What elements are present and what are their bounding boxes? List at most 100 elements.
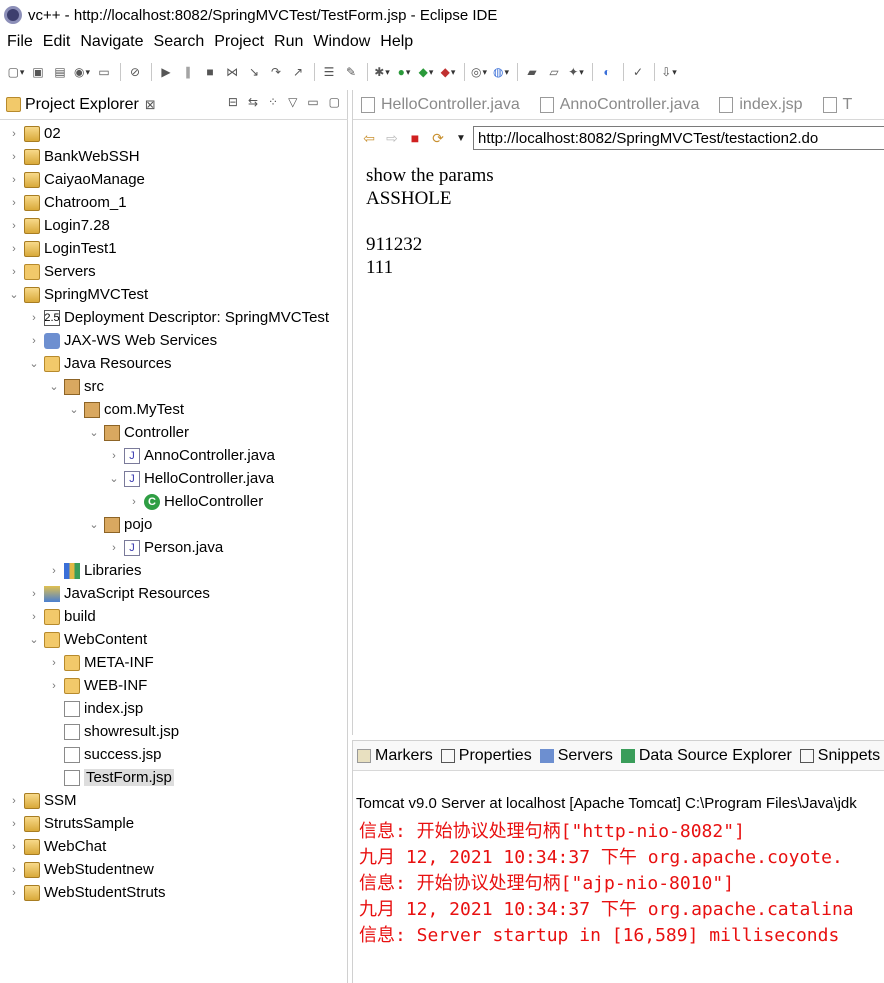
chevron-right-icon[interactable]: › xyxy=(8,243,20,255)
save-all-icon[interactable]: ▤ xyxy=(50,62,70,82)
chevron-right-icon[interactable]: › xyxy=(128,496,140,508)
open-type-icon[interactable]: ▰ xyxy=(522,62,542,82)
tree-item[interactable]: › JavaScript Resources xyxy=(0,582,348,605)
terminal-icon[interactable]: ▭ xyxy=(94,62,114,82)
forward-icon[interactable]: ⇨ xyxy=(382,128,402,148)
open-console-icon[interactable]: ☰ xyxy=(319,62,339,82)
tree-item[interactable]: › J Person.java xyxy=(0,536,348,559)
menu-run[interactable]: Run xyxy=(269,33,308,51)
chevron-right-icon[interactable]: › xyxy=(48,657,60,669)
tree-item[interactable]: ⌄ src xyxy=(0,375,348,398)
chevron-right-icon[interactable]: › xyxy=(8,266,20,278)
refresh-icon[interactable]: ⟳ xyxy=(428,128,448,148)
new-java-class-icon[interactable]: ◍ xyxy=(491,62,511,82)
new-server-icon[interactable]: ◎ xyxy=(469,62,489,82)
chevron-down-icon[interactable]: ⌄ xyxy=(28,633,40,646)
chevron-right-icon[interactable]: › xyxy=(8,174,20,186)
chevron-right-icon[interactable]: › xyxy=(8,128,20,140)
tab-index-jsp[interactable]: index.jsp xyxy=(711,90,814,119)
chevron-right-icon[interactable]: › xyxy=(8,887,20,899)
chevron-right-icon[interactable]: › xyxy=(8,841,20,853)
tab-hellocontroller[interactable]: HelloController.java xyxy=(353,90,532,119)
chevron-right-icon[interactable]: › xyxy=(48,680,60,692)
open-folder-icon[interactable]: ▱ xyxy=(544,62,564,82)
tree-item[interactable]: TestForm.jsp xyxy=(0,766,348,789)
step-over-icon[interactable]: ↷ xyxy=(266,62,286,82)
tree-item[interactable]: › BankWebSSH xyxy=(0,145,348,168)
tree-item[interactable]: ⌄ Controller xyxy=(0,421,348,444)
chevron-right-icon[interactable]: › xyxy=(28,335,40,347)
chevron-right-icon[interactable]: › xyxy=(8,220,20,232)
tab-markers[interactable]: Markers xyxy=(353,741,437,770)
menu-navigate[interactable]: Navigate xyxy=(75,33,148,51)
tree-item[interactable]: › Chatroom_1 xyxy=(0,191,348,214)
minimize-icon[interactable]: ▭ xyxy=(307,95,318,109)
profile-icon[interactable]: ◉ xyxy=(72,62,92,82)
menu-file[interactable]: File xyxy=(2,33,38,51)
chevron-down-icon[interactable]: ⌄ xyxy=(8,288,20,301)
back-icon[interactable]: ⇦ xyxy=(359,128,379,148)
tree-item[interactable]: › C HelloController xyxy=(0,490,348,513)
chevron-down-icon[interactable]: ⌄ xyxy=(88,426,100,439)
chevron-down-icon[interactable]: ⌄ xyxy=(108,472,120,485)
tab-servers[interactable]: Servers xyxy=(536,741,617,770)
tree-item[interactable]: › SSM xyxy=(0,789,348,812)
external-tools-icon[interactable]: ◆ xyxy=(438,62,458,82)
tree-item[interactable]: › J AnnoController.java xyxy=(0,444,348,467)
chevron-down-icon[interactable]: ⌄ xyxy=(48,380,60,393)
collapse-all-icon[interactable]: ⊟ xyxy=(228,95,238,109)
tab-project-explorer[interactable]: Project Explorer ⊠ xyxy=(0,90,164,120)
search-tool-icon[interactable]: ✦ xyxy=(566,62,586,82)
tab-testform[interactable]: T xyxy=(815,90,865,119)
markers-icon[interactable]: ✎ xyxy=(341,62,361,82)
tree-item[interactable]: ⌄ Java Resources xyxy=(0,352,348,375)
close-icon[interactable]: ⊠ xyxy=(145,97,156,113)
chevron-right-icon[interactable]: › xyxy=(48,565,60,577)
step-return-icon[interactable]: ↗ xyxy=(288,62,308,82)
tree-item[interactable]: › WEB-INF xyxy=(0,674,348,697)
menu-help[interactable]: Help xyxy=(375,33,418,51)
disconnect-icon[interactable]: ⋈ xyxy=(222,62,242,82)
tree-item[interactable]: ⌄ com.MyTest xyxy=(0,398,348,421)
tree-item[interactable]: ⌄ J HelloController.java xyxy=(0,467,348,490)
chevron-right-icon[interactable]: › xyxy=(108,542,120,554)
skip-breakpoints-icon[interactable]: ⊘ xyxy=(125,62,145,82)
chevron-down-icon[interactable]: ⌄ xyxy=(28,357,40,370)
filters-icon[interactable]: ⁘ xyxy=(268,95,278,109)
chevron-right-icon[interactable]: › xyxy=(8,818,20,830)
coverage-icon[interactable]: ◆ xyxy=(416,62,436,82)
chevron-right-icon[interactable]: › xyxy=(8,795,20,807)
chevron-right-icon[interactable]: › xyxy=(28,588,40,600)
tree-item[interactable]: › LoginTest1 xyxy=(0,237,348,260)
chevron-down-icon[interactable]: ⌄ xyxy=(68,403,80,416)
tree-item[interactable]: › CaiyaoManage xyxy=(0,168,348,191)
tree-item[interactable]: › JAX-WS Web Services xyxy=(0,329,348,352)
maximize-icon[interactable]: ▢ xyxy=(329,95,340,109)
tree-item[interactable]: › Login7.28 xyxy=(0,214,348,237)
tree-item[interactable]: › WebStudentnew xyxy=(0,858,348,881)
tree-item[interactable]: index.jsp xyxy=(0,697,348,720)
tree-item[interactable]: › WebStudentStruts xyxy=(0,881,348,904)
tab-properties[interactable]: Properties xyxy=(437,741,536,770)
tree-item[interactable]: showresult.jsp xyxy=(0,720,348,743)
tree-item[interactable]: › META-INF xyxy=(0,651,348,674)
debug-icon[interactable]: ✱ xyxy=(372,62,392,82)
tree-item[interactable]: › 02 xyxy=(0,122,348,145)
tree-item[interactable]: ⌄ WebContent xyxy=(0,628,348,651)
stop-icon[interactable]: ■ xyxy=(405,128,425,148)
chevron-right-icon[interactable]: › xyxy=(8,864,20,876)
menu-window[interactable]: Window xyxy=(308,33,375,51)
chevron-right-icon[interactable]: › xyxy=(8,151,20,163)
suspend-icon[interactable]: ∥ xyxy=(178,62,198,82)
tree-item[interactable]: › Servers xyxy=(0,260,348,283)
chevron-down-icon[interactable]: ▼ xyxy=(451,128,471,148)
menu-project[interactable]: Project xyxy=(209,33,269,51)
annotation-icon[interactable]: ✓ xyxy=(628,62,648,82)
step-into-icon[interactable]: ↘ xyxy=(244,62,264,82)
link-with-editor-icon[interactable]: ⇆ xyxy=(248,95,258,109)
tree-item[interactable]: ⌄ SpringMVCTest xyxy=(0,283,348,306)
tree-item[interactable]: success.jsp xyxy=(0,743,348,766)
menu-search[interactable]: Search xyxy=(149,33,210,51)
resume-icon[interactable]: ▶ xyxy=(156,62,176,82)
tree-item[interactable]: › StrutsSample xyxy=(0,812,348,835)
